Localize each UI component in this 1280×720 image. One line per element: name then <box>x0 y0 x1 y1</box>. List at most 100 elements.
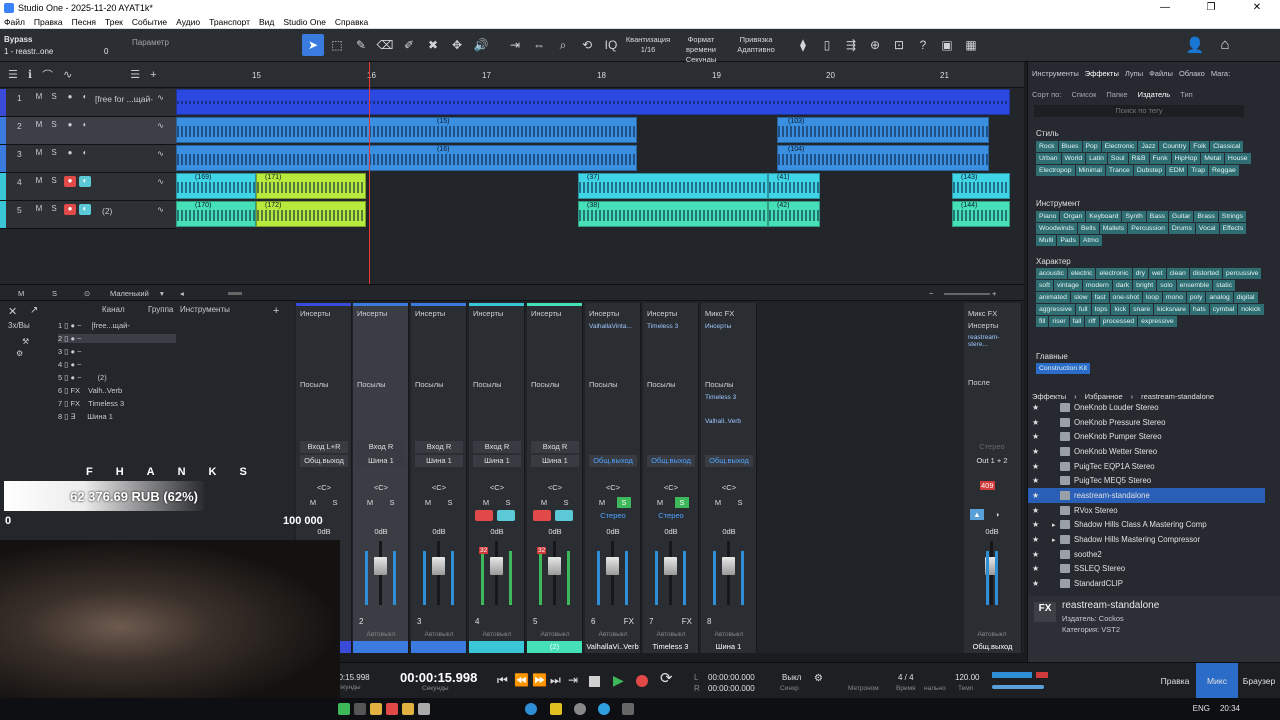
scroll-left-icon[interactable]: ◂ <box>180 289 184 298</box>
track-row[interactable]: 4 M S ● ◐ ∿ <box>0 173 176 201</box>
tag-style[interactable]: EDM <box>1166 165 1188 176</box>
sends-label[interactable]: Посылы <box>415 380 443 389</box>
input-select[interactable]: Вход R <box>357 441 405 453</box>
tag-character[interactable]: dry <box>1132 268 1149 279</box>
sends-label[interactable]: Посылы <box>647 380 675 389</box>
mute-button[interactable]: M <box>33 92 45 103</box>
mute-button[interactable]: M <box>363 497 377 508</box>
inserts-label[interactable]: Инсерты <box>647 309 677 318</box>
tag-instr[interactable]: Woodwinds <box>1036 223 1078 234</box>
audio-clip[interactable]: (171) <box>256 173 366 199</box>
input-select[interactable]: Вход R <box>473 441 521 453</box>
quantize-control[interactable]: Квантизация 1/16 <box>622 35 674 55</box>
end-icon[interactable]: ⇥ <box>568 673 578 687</box>
input-select[interactable]: Вход R <box>531 441 579 453</box>
fast-forward-icon[interactable]: ⏩ <box>532 673 547 687</box>
menu-transport[interactable]: Транспорт <box>209 17 250 27</box>
menu-event[interactable]: Событие <box>132 17 167 27</box>
audio-clip[interactable]: (143) <box>952 173 1010 199</box>
output-select[interactable]: Шина 1 <box>357 455 405 467</box>
horizontal-scrollbar[interactable] <box>228 292 242 295</box>
pan-control[interactable]: <C> <box>300 483 348 492</box>
tag-instr[interactable]: Brass <box>1194 211 1218 222</box>
channel-list-item[interactable]: 1 ▯ ● ~ [free...щай- <box>58 321 130 330</box>
inserts-label[interactable]: Инсерты <box>589 309 619 318</box>
menu-view[interactable]: Вид <box>259 17 274 27</box>
tag-character[interactable]: ensemble <box>1176 280 1213 291</box>
tag-character[interactable]: snare <box>1130 304 1154 315</box>
tag-character[interactable]: aggressive <box>1036 304 1075 315</box>
audio-clip[interactable]: (103) <box>777 117 989 143</box>
solo-button[interactable]: S <box>48 204 60 215</box>
menu-song[interactable]: Песня <box>72 17 96 27</box>
tag-character[interactable]: hats <box>1189 304 1209 315</box>
sends-label[interactable]: Посылы <box>589 380 617 389</box>
monitor-button[interactable]: ◐ <box>79 120 91 131</box>
audio-clip[interactable]: (37) <box>578 173 768 199</box>
solo-button[interactable]: S <box>501 497 515 508</box>
audio-clip[interactable]: (104) <box>777 145 989 171</box>
master-volume-slider[interactable] <box>992 685 1044 689</box>
insert-plugin-slot[interactable]: reastream-stere... <box>968 334 1016 348</box>
tag-character[interactable]: kick <box>1111 304 1130 315</box>
record-arm-button[interactable]: ● <box>64 204 76 215</box>
output-select[interactable]: Общ.выход <box>589 455 637 467</box>
screenshot-icon[interactable]: ⊡ <box>888 34 910 56</box>
solo-button[interactable]: S <box>675 497 689 508</box>
record-arm-button[interactable] <box>533 510 551 521</box>
output-select[interactable]: Общ.выход <box>300 455 348 467</box>
pan-control[interactable]: <C> <box>357 483 405 492</box>
tag-style[interactable]: Classical <box>1210 141 1244 152</box>
format-label[interactable]: Стерео <box>647 511 695 520</box>
split-view-icon[interactable]: ⧫ <box>792 34 814 56</box>
global-mute-button[interactable]: M <box>18 289 24 298</box>
plugin-list-item[interactable]: ★ SSLEQ Stereo <box>1028 562 1280 577</box>
inspector-icon[interactable]: ℹ <box>28 68 32 81</box>
tag-character[interactable]: vintage <box>1053 280 1082 291</box>
grid-icon[interactable]: ▦ <box>960 34 982 56</box>
tag-character[interactable]: full <box>1075 304 1091 315</box>
tag-character[interactable]: animated <box>1036 292 1070 303</box>
taskbar-app-icon[interactable] <box>354 703 366 715</box>
snap-control[interactable]: Привязка Адаптивно <box>728 35 784 55</box>
nudge-icon[interactable]: ⇶ <box>840 34 862 56</box>
peak-indicator[interactable]: 409 <box>980 481 995 490</box>
solo-button[interactable]: S <box>48 176 60 187</box>
volume-fader[interactable] <box>374 557 387 575</box>
tag-search-input[interactable]: Поиск по тегу <box>1034 105 1244 117</box>
channel-strip[interactable]: Инсерты Посылы Вход R Шина 1 <C> M S 0dB 32 4 Авто… <box>469 303 525 653</box>
mix-fx-label[interactable]: Микс FX <box>968 309 997 318</box>
channel-list-item[interactable]: 8 ▯ ∃ Шина 1 <box>58 412 113 421</box>
user-icon[interactable]: 👤 <box>1180 36 1210 56</box>
tag-character[interactable]: riff <box>1085 316 1099 327</box>
channel-strip[interactable]: Инсерты Посылы Вход R Шина 1 <C> M S 0dB 3 Автовы… <box>411 303 467 653</box>
plugin-list-item[interactable]: ★ OneKnob Pumper Stereo <box>1028 429 1280 444</box>
expand-icon[interactable]: ↗ <box>30 305 38 316</box>
monitor-button[interactable]: ◐ <box>79 148 91 159</box>
stop-button[interactable] <box>589 676 600 687</box>
tag-character[interactable]: acoustic <box>1036 268 1067 279</box>
tab-mix[interactable]: Микс <box>1196 663 1238 699</box>
tag-style[interactable]: Reggae <box>1209 165 1239 176</box>
tag-instr[interactable]: Drums <box>1168 223 1195 234</box>
inserts-label[interactable]: Инсерты <box>531 309 561 318</box>
monitor-button[interactable]: ◐ <box>79 92 91 103</box>
monitor-button[interactable]: ◐ <box>79 204 91 215</box>
automation-icon[interactable]: ⌒ <box>42 67 53 83</box>
channel-strip[interactable]: Микс FX Инсерты Посылы Timeless 3 Valhall..V… <box>701 303 757 653</box>
audio-clip[interactable]: (41) <box>768 173 820 199</box>
tag-style[interactable]: Country <box>1159 141 1190 152</box>
pan-control[interactable]: <C> <box>589 483 637 492</box>
plugin-list-item[interactable]: ★ soothe2 <box>1028 547 1280 562</box>
volume-fader[interactable] <box>490 557 503 575</box>
tag-instr[interactable]: Multi <box>1036 235 1057 246</box>
master-output-select[interactable]: Out 1 + 2 <box>968 455 1016 467</box>
inserts-label[interactable]: Инсерты <box>473 309 503 318</box>
tag-style[interactable]: House <box>1224 153 1251 164</box>
mute-button[interactable]: M <box>33 176 45 187</box>
taskbar-app-icon[interactable] <box>550 703 562 715</box>
output-select[interactable]: Шина 1 <box>531 455 579 467</box>
sync-status[interactable]: Выкл <box>782 673 801 682</box>
tag-character[interactable]: clean <box>1166 268 1189 279</box>
tab-browse[interactable]: Браузер <box>1238 663 1280 699</box>
